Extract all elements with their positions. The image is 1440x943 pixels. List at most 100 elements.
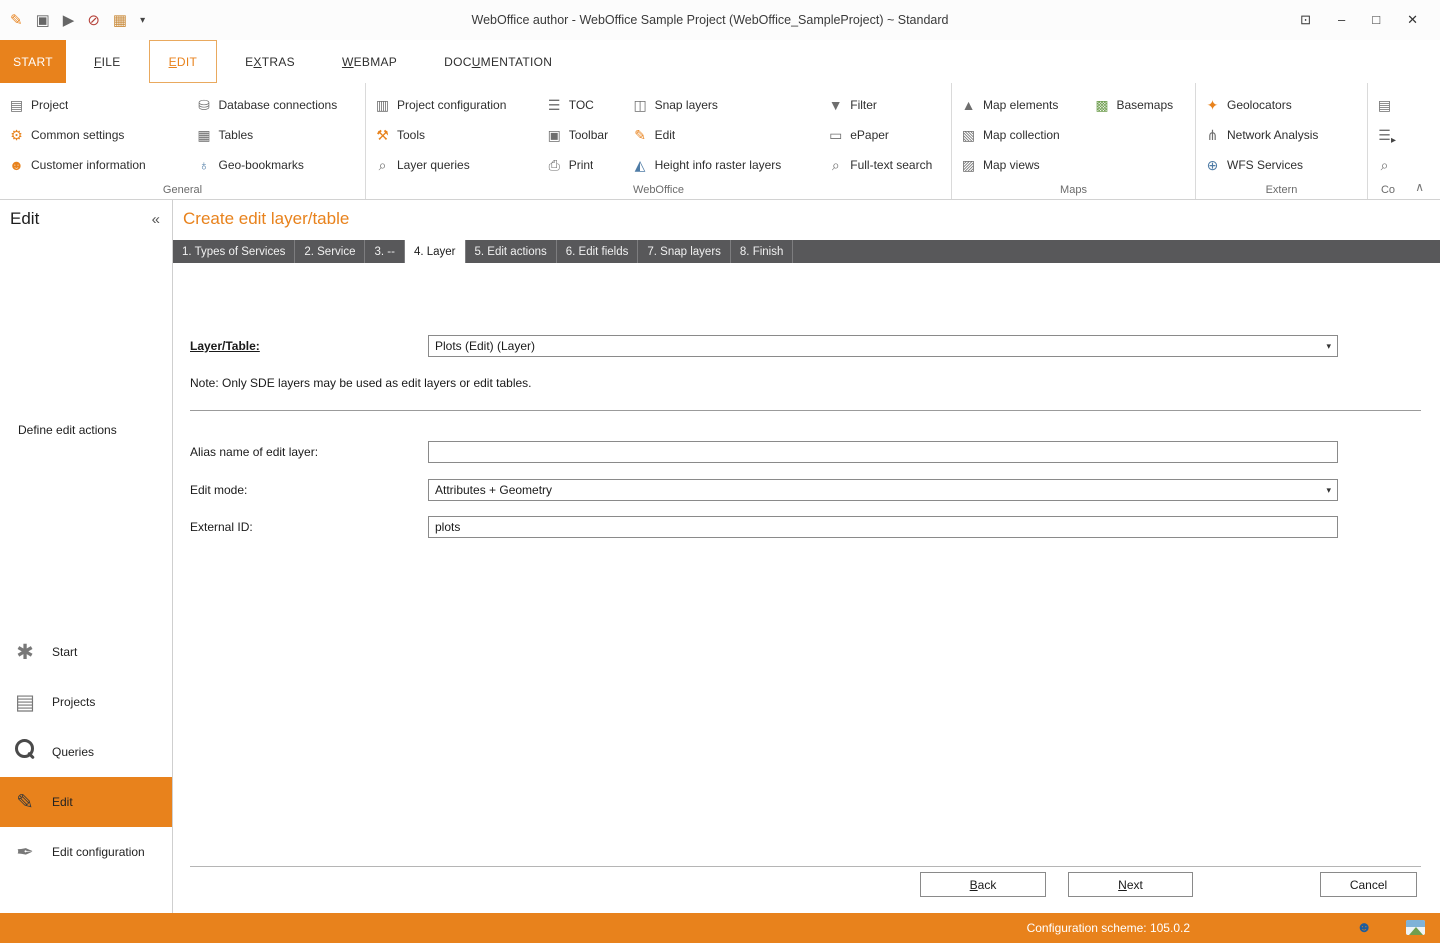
ribbon-item-clipped-3[interactable]: ⌕ <box>1368 150 1408 180</box>
ribbon-item-label: Basemaps <box>1116 98 1173 112</box>
ribbon-item-snap-layers[interactable]: ◫ Snap layers <box>624 90 820 120</box>
ribbon-item-project-configuration[interactable]: ▥ Project configuration <box>366 90 538 120</box>
ribbon-item-clipped-1[interactable]: ▤ <box>1368 90 1408 120</box>
sidebar-item-label: Edit configuration <box>52 845 145 859</box>
titlebar: ✎ ▣ ▶ ⊘ ▦ ▾ WebOffice author - WebOffice… <box>0 0 1440 40</box>
disable-icon[interactable]: ⊘ <box>87 11 100 29</box>
project-configuration-icon: ▥ <box>374 97 391 114</box>
ribbon-item-toc[interactable]: ☰ TOC <box>538 90 624 120</box>
ribbon-item-tools[interactable]: ⚒ Tools <box>366 120 538 150</box>
ribbon-item-height-info-raster-layers[interactable]: ◭ Height info raster layers <box>624 150 820 180</box>
next-button[interactable]: Next <box>1068 872 1193 897</box>
wizard-step-bar: 1. Types of Services 2. Service 3. -- 4.… <box>173 240 1440 263</box>
ribbon-item-edit[interactable]: ✎ Edit <box>624 120 820 150</box>
alias-name-input[interactable] <box>428 441 1338 463</box>
sidebar-item-label: Queries <box>52 745 94 759</box>
alias-name-label: Alias name of edit layer: <box>190 445 318 459</box>
ribbon-item-label: ePaper <box>850 128 889 142</box>
tab-edit[interactable]: EDIT <box>149 40 218 83</box>
sidebar-item-edit-configuration[interactable]: ✒ Edit configuration <box>0 827 172 877</box>
ribbon-item-label: Map collection <box>983 128 1060 142</box>
sidebar-item-projects[interactable]: ▤ Projects <box>0 677 172 727</box>
wizard-step-service[interactable]: 2. Service <box>295 240 365 263</box>
ribbon: ▤ Project ⚙ Common settings ☻ Customer i… <box>0 83 1440 200</box>
ribbon-item-map-views[interactable]: ▨ Map views <box>952 150 1085 180</box>
ribbon-scroll-right-icon[interactable]: ▸ <box>1391 135 1396 146</box>
table-icon[interactable]: ▦ <box>113 11 127 29</box>
ribbon-item-geolocators[interactable]: ✦ Geolocators <box>1196 90 1367 120</box>
tab-webmap[interactable]: WEBMAP <box>323 40 416 83</box>
ribbon-item-map-collection[interactable]: ▧ Map collection <box>952 120 1085 150</box>
tab-extras[interactable]: EXTRAS <box>226 40 314 83</box>
form-divider <box>190 410 1421 411</box>
ribbon-group-label: WebOffice <box>366 184 951 196</box>
ribbon-item-tables[interactable]: ▦ Tables <box>187 120 365 150</box>
layer-table-label: Layer/Table: <box>190 339 260 353</box>
layer-table-select[interactable]: Plots (Edit) (Layer) ▾ <box>428 335 1338 357</box>
ribbon-item-geo-bookmarks[interactable]: ♁ Geo-bookmarks <box>187 150 365 180</box>
close-icon[interactable]: ✕ <box>1407 12 1418 28</box>
ribbon-item-clipped-2[interactable]: ☰ <box>1368 120 1408 150</box>
ribbon-item-basemaps[interactable]: ▩ Basemaps <box>1085 90 1195 120</box>
ribbon-group-label: Co <box>1368 184 1408 196</box>
ribbon-item-toolbar[interactable]: ▣ Toolbar <box>538 120 624 150</box>
ribbon-item-filter[interactable]: ▼ Filter <box>819 90 951 120</box>
minimize-icon[interactable]: – <box>1338 12 1345 28</box>
weboffice-author-window: ✎ ▣ ▶ ⊘ ▦ ▾ WebOffice author - WebOffice… <box>0 0 1440 943</box>
back-button[interactable]: Back <box>920 872 1046 897</box>
ribbon-item-label: Project configuration <box>397 98 506 112</box>
chevron-down-icon: ▾ <box>1326 485 1331 496</box>
save-icon[interactable]: ▣ <box>36 11 50 29</box>
sidebar-item-label: Start <box>52 645 77 659</box>
wizard-step-finish[interactable]: 8. Finish <box>731 240 793 263</box>
sde-note-text: Note: Only SDE layers may be used as edi… <box>190 376 532 390</box>
popout-window-icon[interactable]: ⊡ <box>1300 12 1311 28</box>
sidebar-item-queries[interactable]: Queries <box>0 727 172 777</box>
ribbon-item-print[interactable]: ⎙ Print <box>538 150 624 180</box>
wizard-step-edit-fields[interactable]: 6. Edit fields <box>557 240 639 263</box>
image-icon[interactable] <box>1406 920 1425 935</box>
qat-more-dropdown-icon[interactable]: ▾ <box>140 15 145 26</box>
sidebar-item-start[interactable]: ✱ Start <box>0 627 172 677</box>
collapse-sidebar-icon[interactable]: « <box>152 211 160 228</box>
ribbon-item-label: Height info raster layers <box>655 158 782 172</box>
ribbon-item-common-settings[interactable]: ⚙ Common settings <box>0 120 187 150</box>
globe-bookmark-icon: ♁ <box>195 157 212 173</box>
wizard-step-layer[interactable]: 4. Layer <box>405 240 466 263</box>
edit-mode-select[interactable]: Attributes + Geometry ▾ <box>428 479 1338 501</box>
ribbon-item-project[interactable]: ▤ Project <box>0 90 187 120</box>
ribbon-item-layer-queries[interactable]: ⌕ Layer queries <box>366 150 538 180</box>
ribbon-item-network-analysis[interactable]: ⋔ Network Analysis <box>1196 120 1367 150</box>
ribbon-item-map-elements[interactable]: ▲ Map elements <box>952 90 1085 120</box>
basemaps-icon: ▩ <box>1093 97 1110 114</box>
filter-funnel-icon: ▼ <box>827 97 844 113</box>
chevron-down-icon: ▾ <box>1326 341 1331 352</box>
maximize-icon[interactable]: □ <box>1372 12 1380 28</box>
wizard-step-edit-actions[interactable]: 5. Edit actions <box>466 240 557 263</box>
sidebar-item-edit[interactable]: ✎ Edit <box>0 777 172 827</box>
wizard-step-types-of-services[interactable]: 1. Types of Services <box>173 240 295 263</box>
tab-documentation[interactable]: DOCUMENTATION <box>425 40 571 83</box>
edit-pencil-icon[interactable]: ✎ <box>10 11 23 29</box>
external-id-input[interactable] <box>428 516 1338 538</box>
wizard-step-3[interactable]: 3. -- <box>365 240 404 263</box>
tab-file[interactable]: FILE <box>75 40 140 83</box>
map-collection-icon: ▧ <box>960 127 977 144</box>
ribbon-group-weboffice: ▥ Project configuration ⚒ Tools ⌕ Layer … <box>366 83 952 199</box>
snap-layers-icon: ◫ <box>632 97 649 114</box>
sidebar-item-label: Edit <box>52 795 73 809</box>
run-icon[interactable]: ▶ <box>63 11 75 29</box>
ribbon-item-customer-information[interactable]: ☻ Customer information <box>0 150 187 180</box>
ribbon-item-epaper[interactable]: ▭ ePaper <box>819 120 951 150</box>
ribbon-item-database-connections[interactable]: ⛁ Database connections <box>187 90 365 120</box>
tab-start[interactable]: START <box>0 40 66 83</box>
ribbon-item-wfs-services[interactable]: ⊕ WFS Services <box>1196 150 1367 180</box>
user-icon[interactable]: ☻ <box>1356 919 1372 936</box>
database-icon: ⛁ <box>195 97 212 114</box>
toolbar-icon: ▣ <box>546 127 563 144</box>
wizard-step-snap-layers[interactable]: 7. Snap layers <box>638 240 731 263</box>
ribbon-item-full-text-search[interactable]: ⌕ Full-text search <box>819 150 951 180</box>
cancel-button[interactable]: Cancel <box>1320 872 1417 897</box>
ribbon-item-label: WFS Services <box>1227 158 1303 172</box>
collapse-ribbon-chevron-icon[interactable]: ∧ <box>1411 179 1428 195</box>
